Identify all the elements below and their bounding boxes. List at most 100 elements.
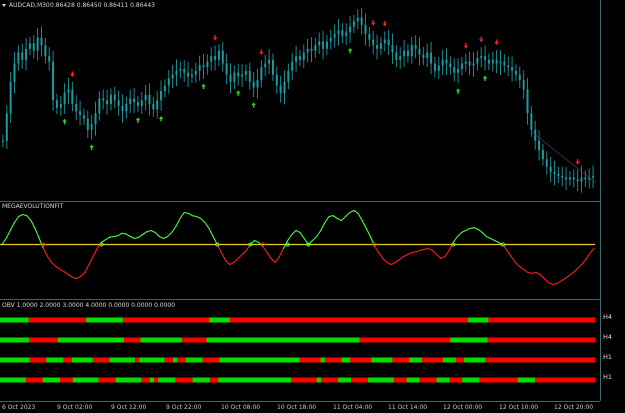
strip-segment <box>299 357 322 363</box>
candle-body <box>102 98 105 101</box>
trading-chart[interactable]: AUDCAD,M30 0.86428 0.86450 0.86411 0.864… <box>0 0 625 413</box>
candle-body <box>580 177 583 182</box>
candle-body <box>565 177 568 180</box>
candle-body <box>264 63 267 68</box>
strip-segment <box>464 357 486 363</box>
candle-body <box>75 104 78 112</box>
candle-body <box>349 26 352 33</box>
time-axis-label: 10 Oct 18:00 <box>277 404 316 411</box>
candle-body <box>63 92 66 104</box>
candle-body <box>464 61 467 64</box>
strip-segment <box>141 377 151 383</box>
candle-body <box>472 63 475 66</box>
candle-body <box>125 104 128 112</box>
candle-body <box>287 70 290 82</box>
candle-body <box>337 30 340 35</box>
candle-body <box>460 63 463 70</box>
price-panel[interactable]: AUDCAD,M30 0.86428 0.86450 0.86411 0.864… <box>0 0 600 201</box>
strip-segment <box>324 357 343 363</box>
candle-body <box>237 72 240 77</box>
candle-body <box>229 74 232 82</box>
time-axis[interactable]: 6 Oct 2023 9 Oct 02:00 9 Oct 12:00 9 Oct… <box>2 404 593 411</box>
oscillator-segment <box>183 211 189 214</box>
candle-body <box>545 159 548 167</box>
candle-body <box>341 30 344 36</box>
oscillator-segment <box>191 215 198 218</box>
strip-segment <box>392 357 410 363</box>
up-arrow-icon <box>484 78 486 81</box>
time-axis-label: 9 Oct 22:00 <box>166 404 201 411</box>
candle-body <box>406 50 409 57</box>
oscillator-segment <box>423 247 429 250</box>
strip-segment <box>455 357 465 363</box>
candle-body <box>549 166 552 173</box>
candle-body <box>322 41 325 49</box>
up-arrow-icon <box>63 121 66 125</box>
candle-body <box>248 70 251 82</box>
strip-segment <box>359 337 451 343</box>
strip-segment <box>450 337 488 343</box>
strip-segment <box>63 357 73 363</box>
oscillator-segment <box>113 235 119 238</box>
candle-body <box>140 100 143 106</box>
strip-segment <box>209 317 231 323</box>
strip-segment <box>177 357 186 363</box>
candle-body <box>372 39 375 46</box>
candle-body <box>526 89 529 114</box>
candle-body <box>67 89 70 93</box>
up-arrow-icon <box>90 147 93 151</box>
strip-panel-title: OBV 1.0000 2.0000 3.0000 4.0000 0.0000 0… <box>2 302 175 309</box>
candle-body <box>333 34 336 38</box>
candle-body <box>241 74 244 77</box>
strip-segment <box>321 377 339 383</box>
candle-body <box>71 89 74 104</box>
strip-segment <box>0 377 26 383</box>
strip-segment <box>409 357 423 363</box>
candle-body <box>360 17 363 25</box>
candle-body <box>491 59 494 64</box>
strip-segment <box>123 337 141 343</box>
candle-body <box>221 50 224 64</box>
candle-body <box>310 48 313 51</box>
strip-segment <box>462 377 480 383</box>
candle-body <box>445 59 448 64</box>
candle-body <box>433 63 436 71</box>
strip-segment <box>341 357 351 363</box>
candle-body <box>9 81 12 114</box>
strip-segment <box>158 377 176 383</box>
candle-body <box>283 81 286 93</box>
candle-body <box>395 52 398 60</box>
strip-segment <box>175 377 193 383</box>
strip-segment <box>71 357 94 363</box>
strip-segment <box>350 357 372 363</box>
candle-body <box>522 80 525 90</box>
up-arrow-icon <box>349 50 351 54</box>
strip-segment <box>164 357 174 363</box>
candle-body <box>260 67 263 81</box>
strip-segment <box>0 357 30 363</box>
strip-segment <box>86 317 124 323</box>
candle-body <box>318 41 321 46</box>
candle-body <box>291 61 294 71</box>
time-axis-label: 12 Oct 20:00 <box>554 404 593 411</box>
candle-body <box>106 100 109 104</box>
candle-body <box>275 74 278 86</box>
strip-segment <box>436 377 450 383</box>
strip-segment <box>393 377 407 383</box>
candle-body <box>484 56 487 60</box>
up-arrow-icon <box>202 86 205 90</box>
candle-body <box>430 52 433 64</box>
strip-segment <box>206 337 360 343</box>
down-arrow-icon <box>71 71 74 75</box>
strip-segment <box>28 317 87 323</box>
candle-body <box>160 91 163 101</box>
candle-body <box>422 54 425 58</box>
candle-body <box>175 70 178 75</box>
up-arrow-icon <box>457 91 459 94</box>
down-arrow-icon <box>214 35 216 38</box>
strip-segment <box>192 377 211 383</box>
candle-body <box>17 52 20 64</box>
candle-body <box>98 98 101 114</box>
candle-body <box>414 45 417 49</box>
strip-segment <box>135 357 140 363</box>
